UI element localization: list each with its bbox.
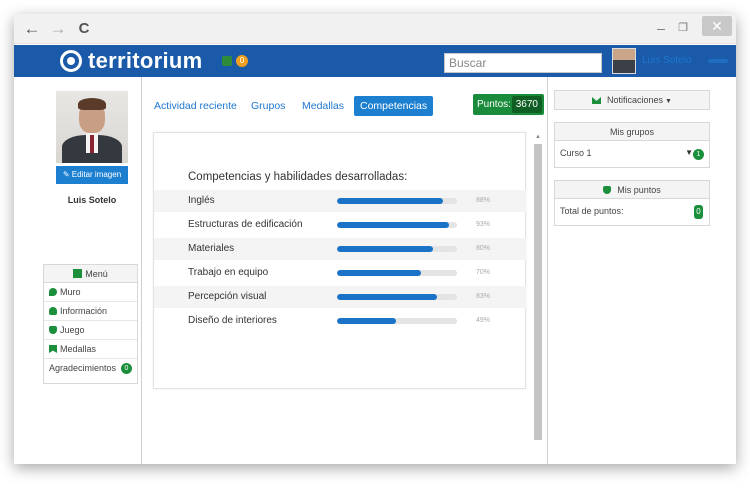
notifications-button[interactable]: Notificaciones ▼	[554, 90, 710, 110]
restore-icon[interactable]: ❐	[676, 18, 690, 38]
caret-down-icon: ▼	[665, 98, 672, 105]
skill-name: Inglés	[188, 195, 215, 206]
minimize-icon[interactable]: –	[654, 18, 668, 38]
group-count-badge: 1	[693, 149, 704, 160]
territorium-logo[interactable]: territorium	[60, 48, 203, 74]
points-total-row: Total de puntos: 0	[555, 199, 709, 225]
skill-name: Estructuras de edificación	[188, 219, 303, 230]
skill-row: Estructuras de edificación 93%	[154, 214, 526, 236]
bookmark-icon	[49, 345, 57, 353]
side-menu: Menú Muro Información Juego Medallas Agr…	[43, 264, 138, 384]
skill-progress-fill	[337, 222, 449, 228]
browser-window: ← → C – ❐ ✕ territorium 0 Luis Sotelo ✎ …	[14, 14, 736, 464]
scroll-up-icon[interactable]: ▲	[535, 134, 541, 140]
my-points-box: Mis puntos Total de puntos: 0	[554, 180, 710, 226]
skill-name: Materiales	[188, 243, 235, 254]
skill-name: Percepción visual	[188, 291, 267, 302]
scroll-thumb[interactable]	[534, 144, 542, 440]
envelope-icon	[592, 97, 602, 104]
column-divider	[547, 77, 548, 464]
back-arrow-icon[interactable]: ←	[22, 19, 42, 39]
skill-row: Materiales 80%	[154, 238, 526, 260]
trophy-icon	[603, 186, 612, 194]
profile-name: Luis Sotelo	[67, 195, 117, 205]
skill-progress-fill	[337, 294, 437, 300]
skill-row: Trabajo en equipo 70%	[154, 262, 526, 284]
menu-item-informacion[interactable]: Información	[44, 302, 137, 321]
points-label: Puntos:	[477, 99, 511, 110]
header-user-name[interactable]: Luis Sotelo	[642, 55, 691, 66]
logo-text: territorium	[88, 48, 203, 73]
edit-image-button[interactable]: ✎ Editar imagen	[56, 166, 128, 184]
tab-grupos[interactable]: Grupos	[251, 96, 285, 116]
skill-percent: 93%	[476, 221, 491, 228]
tab-medallas[interactable]: Medallas	[302, 96, 344, 116]
skill-progress-fill	[337, 198, 443, 204]
points-value: 3670	[511, 96, 542, 113]
app-header: territorium 0 Luis Sotelo	[14, 45, 736, 77]
skill-percent: 83%	[476, 293, 491, 300]
chat-bubble-icon	[49, 288, 57, 296]
skill-progress-fill	[337, 246, 433, 252]
competencies-title: Competencias y habilidades desarrolladas…	[188, 171, 408, 183]
tab-competencias[interactable]: Competencias	[354, 96, 434, 116]
group-item[interactable]: Curso 1 ▼ 1	[555, 141, 709, 167]
points-total-value: 0	[694, 205, 703, 219]
skill-progress-bar	[337, 318, 457, 324]
forward-arrow-icon[interactable]: →	[48, 19, 68, 39]
trophy-icon	[49, 326, 57, 334]
menu-header: Menú	[44, 265, 137, 283]
skill-name: Trabajo en equipo	[188, 267, 269, 278]
header-avatar[interactable]	[612, 48, 636, 74]
menu-item-muro[interactable]: Muro	[44, 283, 137, 302]
browser-toolbar: ← → C – ❐ ✕	[14, 14, 736, 44]
points-total-label: Total de puntos:	[560, 206, 624, 216]
skill-name: Diseño de interiores	[188, 315, 277, 326]
chevron-down-icon: ▼	[685, 148, 693, 157]
skill-row: Diseño de interiores 49%	[154, 310, 526, 332]
group-toggle[interactable]: ▼ 1	[685, 148, 704, 160]
profile-photo	[56, 91, 128, 163]
skill-percent: 49%	[476, 317, 491, 324]
count-badge: 0	[121, 363, 132, 374]
skill-progress-fill	[337, 270, 421, 276]
notification-count-badge[interactable]: 0	[236, 55, 248, 67]
skill-row: Percepción visual 83%	[154, 286, 526, 308]
logo-mark-icon	[60, 50, 82, 72]
skill-progress-bar	[337, 270, 457, 276]
skill-progress-bar	[337, 294, 457, 300]
competencies-panel: Competencias y habilidades desarrolladas…	[153, 132, 526, 389]
edit-icon: ✎	[62, 170, 72, 179]
search-input[interactable]	[444, 53, 602, 73]
my-groups-title: Mis grupos	[555, 123, 709, 141]
menu-item-agradecimientos[interactable]: Agradecimientos 0	[44, 359, 137, 378]
skill-progress-bar	[337, 246, 457, 252]
vertical-scrollbar[interactable]: ▲	[534, 134, 542, 454]
my-groups-box: Mis grupos Curso 1 ▼ 1	[554, 122, 710, 168]
tab-actividad-reciente[interactable]: Actividad reciente	[154, 96, 237, 116]
points-badge: Puntos: 3670	[473, 94, 544, 115]
skill-percent: 80%	[476, 245, 491, 252]
skill-progress-bar	[337, 222, 457, 228]
skill-progress-bar	[337, 198, 457, 204]
person-icon	[49, 307, 57, 315]
grid-icon	[73, 269, 83, 278]
skill-progress-fill	[337, 318, 396, 324]
menu-item-juego[interactable]: Juego	[44, 321, 137, 340]
messages-icon[interactable]	[222, 56, 232, 66]
header-menu-icon[interactable]	[708, 59, 728, 63]
skill-percent: 88%	[476, 197, 491, 204]
close-icon[interactable]: ✕	[702, 16, 732, 36]
my-points-header: Mis puntos	[555, 181, 709, 199]
skill-row: Inglés 88%	[154, 190, 526, 212]
menu-item-medallas[interactable]: Medallas	[44, 340, 137, 359]
reload-icon[interactable]: C	[74, 19, 94, 39]
left-sidebar: ✎ Editar imagen Luis Sotelo Menú Muro In…	[14, 77, 142, 464]
skill-percent: 70%	[476, 269, 491, 276]
group-name: Curso 1	[560, 148, 592, 158]
